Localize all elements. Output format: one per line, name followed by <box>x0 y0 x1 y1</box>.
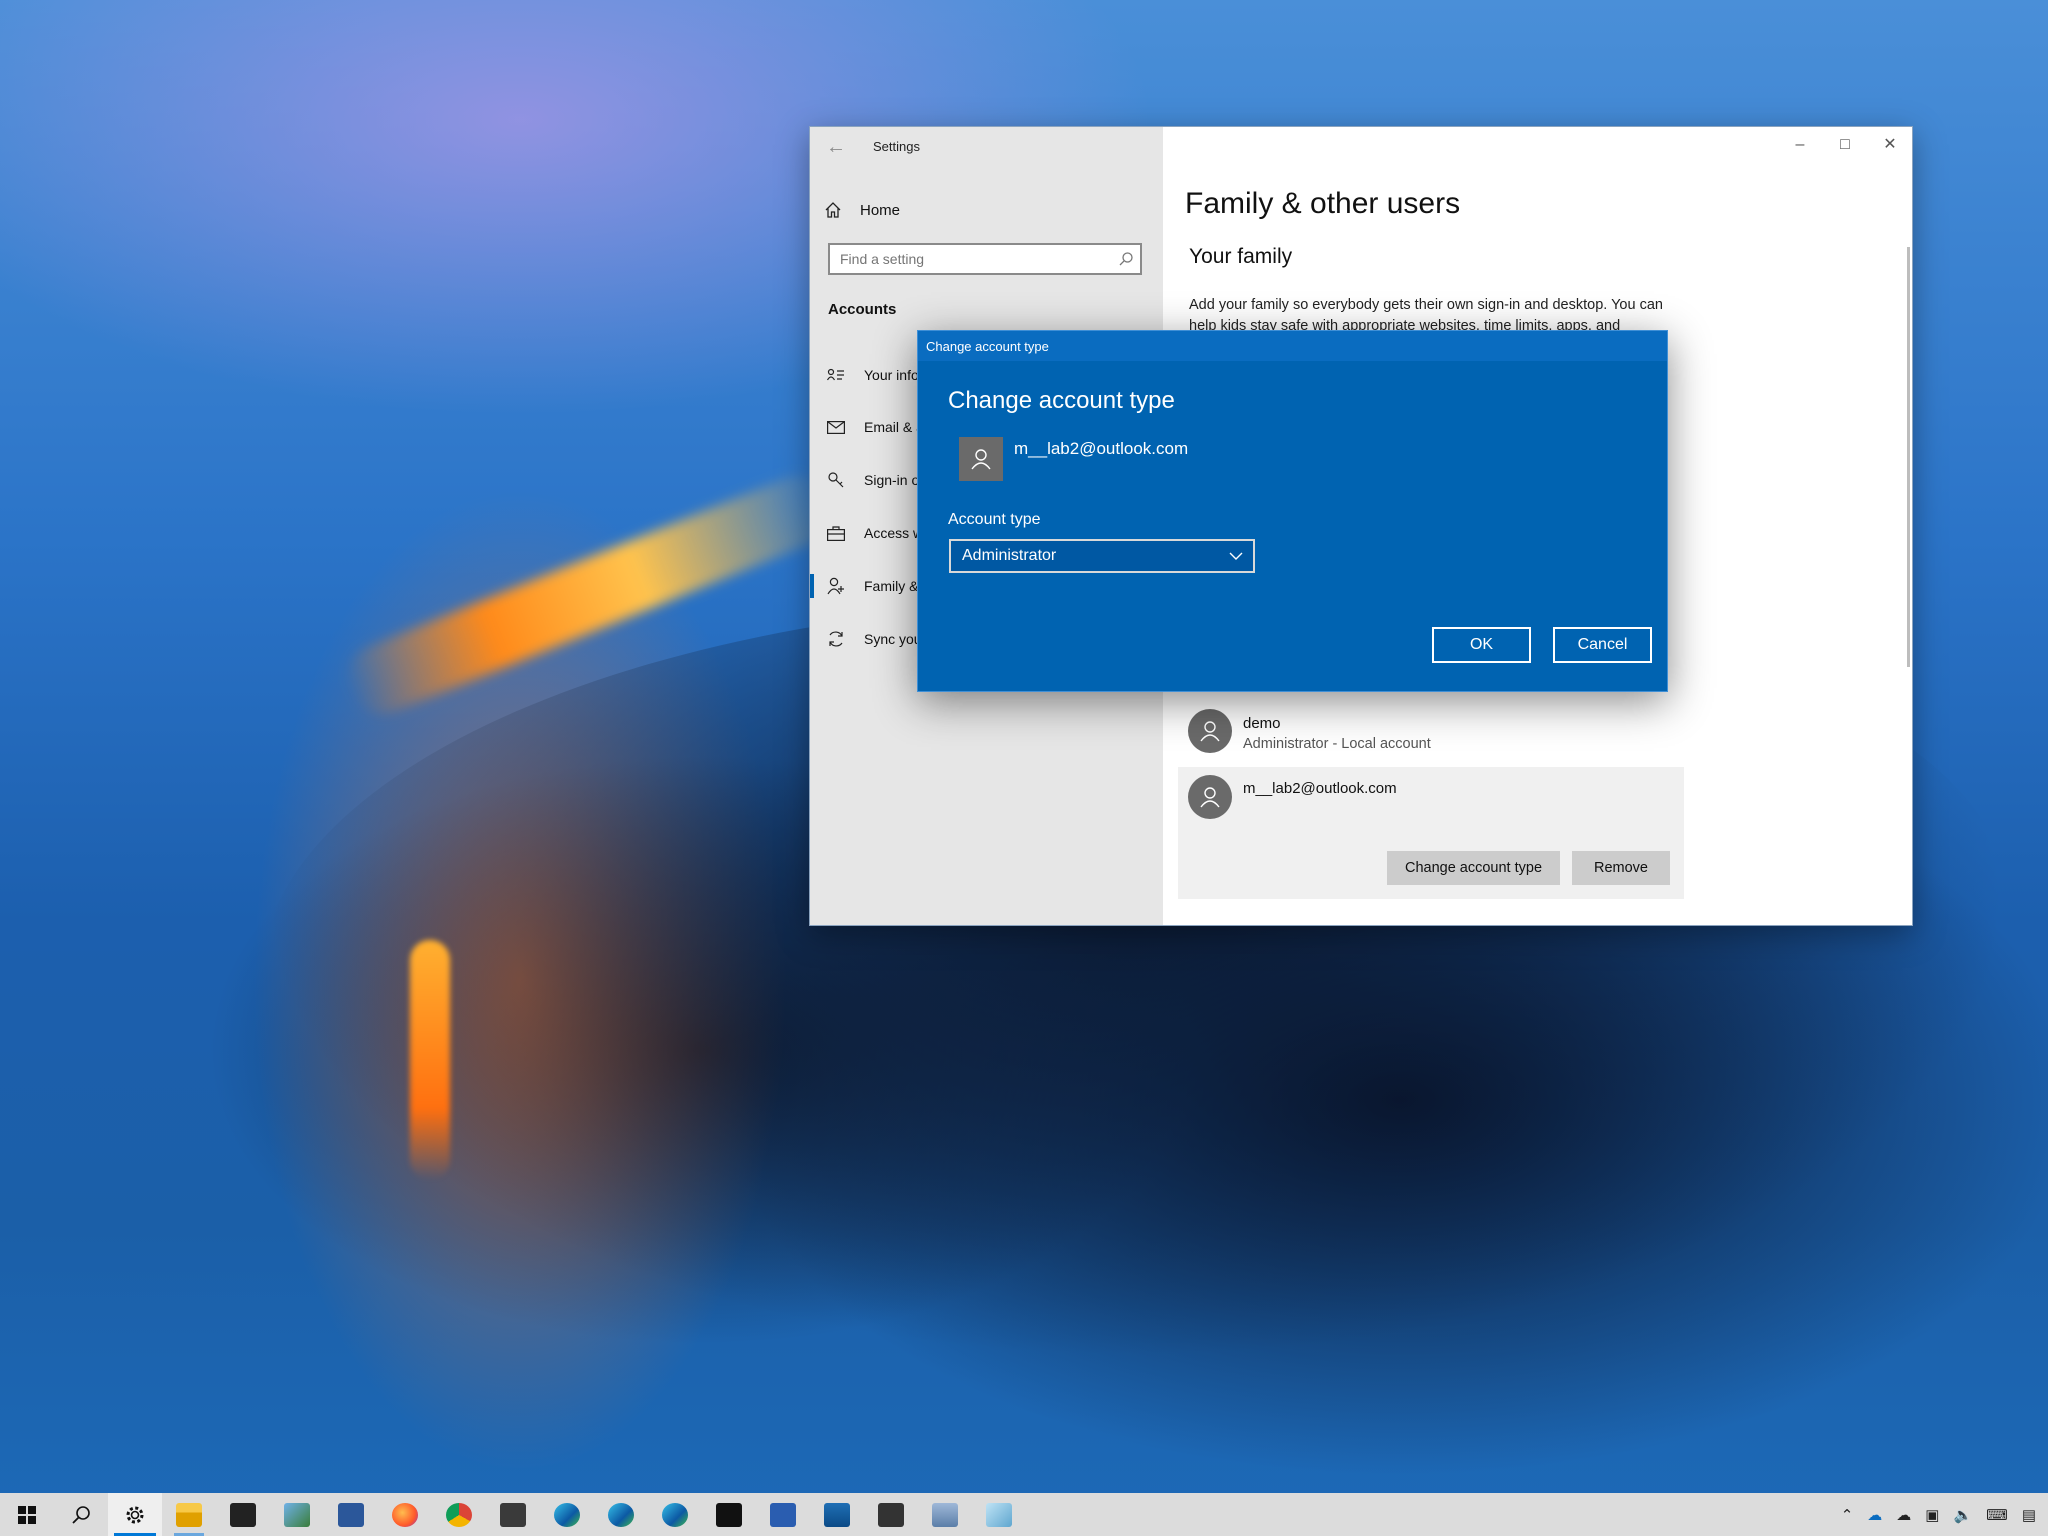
edge-beta-icon <box>608 1502 634 1527</box>
user-icon <box>1200 721 1220 742</box>
settings-icon <box>126 1506 144 1523</box>
start-button[interactable] <box>0 1493 54 1536</box>
chevron-up-icon[interactable]: ⌃ <box>1841 1506 1854 1524</box>
photos-icon <box>284 1502 310 1527</box>
avatar <box>1188 709 1232 753</box>
taskbar-network-app[interactable] <box>918 1493 972 1536</box>
taskbar-edge[interactable] <box>540 1493 594 1536</box>
remove-button[interactable]: Remove <box>1572 851 1670 885</box>
taskbar-firefox[interactable] <box>378 1493 432 1536</box>
terminal-icon <box>500 1502 526 1527</box>
user-icon <box>971 449 991 470</box>
onedrive-icon[interactable]: ☁ <box>1867 1506 1882 1524</box>
maximize-icon[interactable]: □ <box>1823 131 1867 159</box>
cancel-button[interactable]: Cancel <box>1553 627 1652 663</box>
store-icon <box>230 1502 256 1527</box>
search-icon <box>1119 252 1133 266</box>
taskbar-word[interactable] <box>324 1493 378 1536</box>
taskbar-photos[interactable] <box>270 1493 324 1536</box>
mail-icon <box>826 417 846 437</box>
ok-button[interactable]: OK <box>1432 627 1531 663</box>
wallpaper-lava-fall <box>410 940 450 1180</box>
dialog-heading: Change account type <box>948 387 1175 414</box>
home-icon <box>825 202 841 218</box>
taskbar-app[interactable] <box>864 1493 918 1536</box>
user-name: demo <box>1243 715 1281 732</box>
sidebar-item-home[interactable]: Home <box>824 195 900 225</box>
firefox-icon <box>392 1502 418 1527</box>
keyboard-icon[interactable]: ⌨ <box>1986 1506 2008 1524</box>
powershell-icon <box>770 1502 796 1527</box>
taskbar-file-explorer[interactable] <box>162 1493 216 1536</box>
user-account-type: Administrator - Local account <box>1243 736 1431 752</box>
network-status-icon[interactable]: ▣ <box>1925 1506 1939 1524</box>
avatar <box>959 437 1003 481</box>
window-title: Settings <box>873 139 920 154</box>
edge-dev-icon <box>662 1502 688 1527</box>
person-card-icon <box>826 365 846 385</box>
back-arrow-icon[interactable]: ← <box>824 135 848 159</box>
change-account-type-dialog: Change account type Change account type … <box>917 330 1668 692</box>
taskbar-photos-app[interactable] <box>810 1493 864 1536</box>
user-row-demo[interactable]: demo Administrator - Local account <box>1178 709 1684 771</box>
taskbar-edge-beta[interactable] <box>594 1493 648 1536</box>
change-account-type-button[interactable]: Change account type <box>1387 851 1560 885</box>
file-explorer-icon <box>176 1502 202 1527</box>
briefcase-icon <box>826 523 846 543</box>
person-add-icon <box>826 576 846 596</box>
cmd-icon <box>716 1502 742 1527</box>
account-type-dropdown[interactable]: Administrator <box>949 539 1255 573</box>
search-input[interactable] <box>830 245 1120 273</box>
taskbar-search[interactable] <box>54 1493 108 1536</box>
volume-icon[interactable]: 🔈 <box>1953 1506 1972 1524</box>
app-icon <box>878 1502 904 1527</box>
section-heading: Accounts <box>828 301 897 318</box>
page-title: Family & other users <box>1185 187 1461 220</box>
home-label: Home <box>860 201 901 219</box>
account-type-value: Administrator <box>962 547 1057 564</box>
chrome-icon <box>446 1502 472 1527</box>
taskbar-cmd[interactable] <box>702 1493 756 1536</box>
taskbar-store[interactable] <box>216 1493 270 1536</box>
cloud-icon[interactable]: ☁ <box>1896 1506 1911 1524</box>
taskbar: ⌃ ☁ ☁ ▣ 🔈 ⌨ ▤ <box>0 1493 2048 1536</box>
photos-app-icon <box>824 1502 850 1527</box>
taskbar-powershell[interactable] <box>756 1493 810 1536</box>
sync-icon <box>826 629 846 649</box>
search-icon <box>72 1505 90 1524</box>
system-tray: ⌃ ☁ ☁ ▣ 🔈 ⌨ ▤ <box>1841 1493 2048 1536</box>
dialog-title: Change account type <box>926 339 1049 354</box>
close-icon[interactable]: ✕ <box>1868 131 1912 159</box>
word-icon <box>338 1502 364 1527</box>
dialog-account-email: m__lab2@outlook.com <box>1014 439 1189 458</box>
user-name: m__lab2@outlook.com <box>1243 780 1397 797</box>
taskbar-settings[interactable] <box>108 1493 162 1536</box>
edge-icon <box>554 1502 580 1527</box>
avatar <box>1188 775 1232 819</box>
user-icon <box>1200 787 1220 808</box>
your-family-heading: Your family <box>1189 245 1293 268</box>
taskbar-chrome[interactable] <box>432 1493 486 1536</box>
network-icon <box>932 1502 958 1527</box>
settings-search[interactable] <box>828 243 1142 275</box>
notifications-icon[interactable]: ▤ <box>2022 1506 2036 1524</box>
sidebar-item-label: Your info <box>864 367 919 383</box>
notepad-icon <box>986 1502 1012 1527</box>
account-type-label: Account type <box>948 511 1041 528</box>
taskbar-terminal[interactable] <box>486 1493 540 1536</box>
taskbar-edge-dev[interactable] <box>648 1493 702 1536</box>
minimize-icon[interactable]: – <box>1778 131 1822 159</box>
chevron-down-icon <box>1229 552 1243 560</box>
key-icon <box>826 470 846 490</box>
scrollbar[interactable] <box>1907 247 1910 667</box>
taskbar-notepad[interactable] <box>972 1493 1026 1536</box>
start-icon <box>18 1505 36 1524</box>
title-bar: ← Settings – □ ✕ <box>810 127 1912 165</box>
